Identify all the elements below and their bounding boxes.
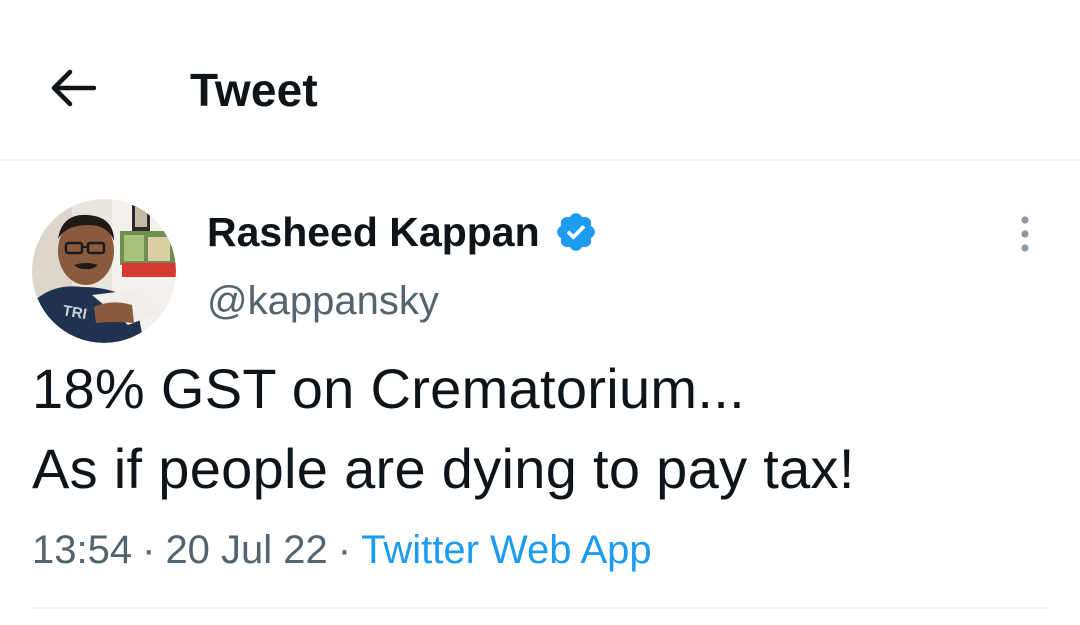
tweet-time[interactable]: 13:54 bbox=[32, 528, 132, 572]
avatar[interactable]: TRI bbox=[32, 199, 176, 343]
verified-badge-icon bbox=[554, 209, 600, 255]
back-button[interactable] bbox=[38, 60, 108, 120]
more-options-button[interactable] bbox=[1005, 211, 1045, 261]
tweet-detail-page: Tweet TRI Rasheed Kappan @kappansky 18% … bbox=[0, 0, 1080, 625]
top-bar: Tweet bbox=[0, 0, 1080, 161]
tweet-text-line: As if people are dying to pay tax! bbox=[32, 437, 855, 500]
author-handle[interactable]: @kappansky bbox=[207, 276, 439, 326]
tweet-date[interactable]: 20 Jul 22 bbox=[165, 528, 327, 572]
author-name[interactable]: Rasheed Kappan bbox=[207, 207, 540, 257]
tweet-source-link[interactable]: Twitter Web App bbox=[361, 528, 652, 572]
tweet-text-line: 18% GST on Crematorium... bbox=[32, 357, 745, 420]
tweet-metadata: 13:54 · 20 Jul 22 · Twitter Web App bbox=[32, 525, 652, 575]
page-title: Tweet bbox=[190, 64, 318, 116]
separator: · bbox=[337, 528, 352, 572]
author-name-row: Rasheed Kappan bbox=[207, 207, 600, 257]
separator: · bbox=[142, 528, 156, 572]
tweet: TRI Rasheed Kappan @kappansky 18% GST on… bbox=[0, 161, 1080, 625]
more-vertical-icon bbox=[1019, 214, 1031, 259]
divider bbox=[32, 607, 1048, 609]
arrow-left-icon bbox=[50, 68, 97, 113]
tweet-text: 18% GST on Crematorium... As if people a… bbox=[32, 349, 1042, 509]
